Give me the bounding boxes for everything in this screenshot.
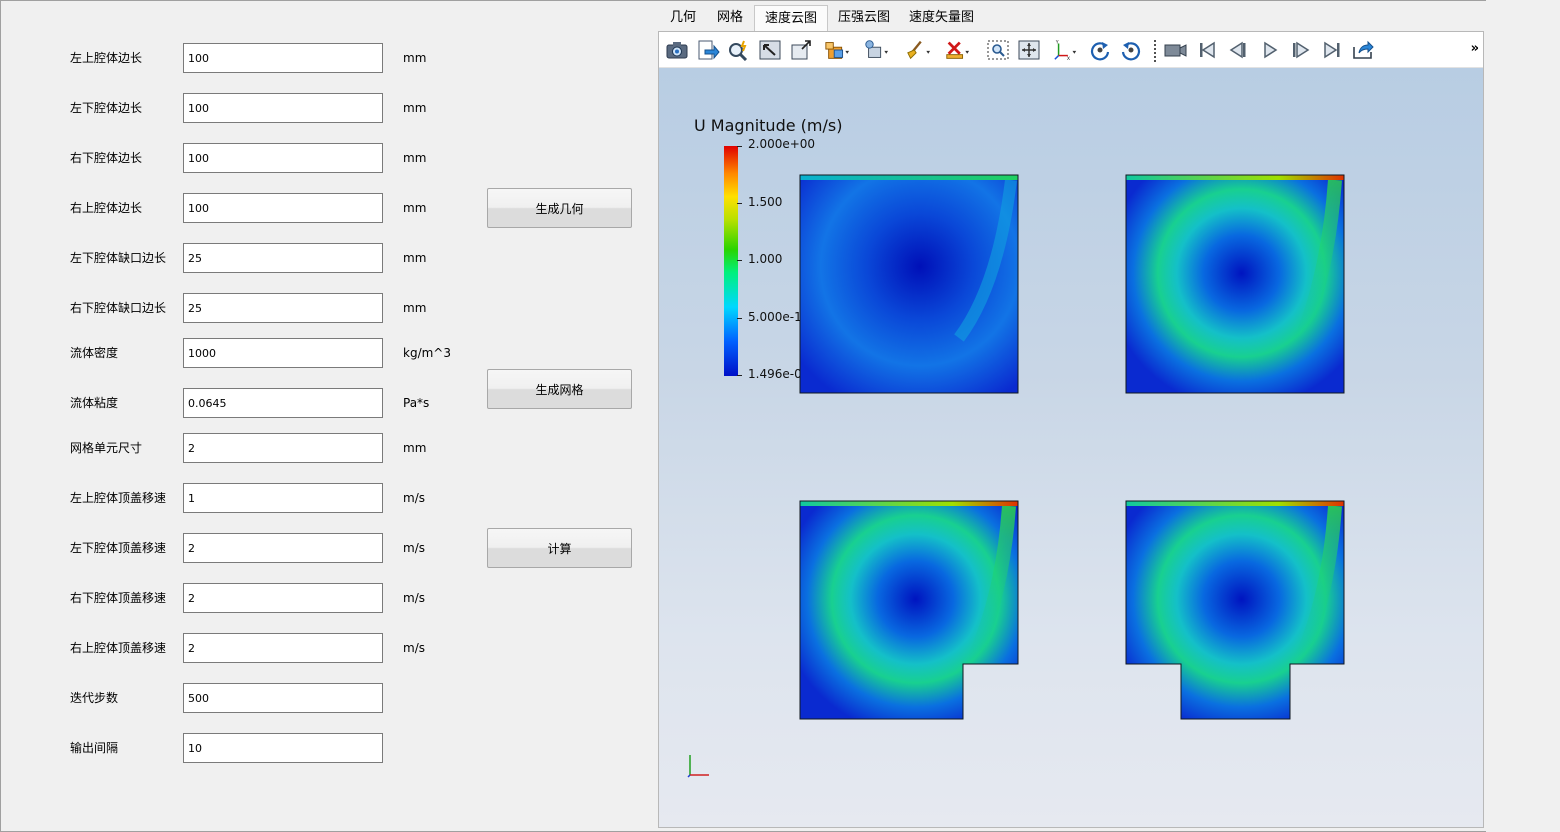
param-label: 左下腔体缺口边长: [70, 251, 167, 265]
compute-button[interactable]: 计算: [487, 528, 632, 568]
param-input[interactable]: [183, 93, 383, 123]
contour-bottom-right: [1125, 500, 1345, 720]
play-icon[interactable]: [1257, 38, 1283, 62]
param-input[interactable]: [183, 243, 383, 273]
param-label: 右上腔体边长: [70, 201, 143, 215]
param-input[interactable]: [183, 583, 383, 613]
param-input[interactable]: [183, 483, 383, 513]
param-unit: mm: [403, 151, 427, 165]
orientation-axes-icon: [687, 755, 709, 778]
right-margin: [1486, 0, 1560, 832]
param-label: 左上腔体边长: [70, 51, 143, 65]
param-unit: m/s: [403, 541, 425, 555]
contour-top-right: [1125, 174, 1345, 394]
param-label: 右下腔体顶盖移速: [70, 591, 167, 605]
selection-display-icon[interactable]: [824, 38, 850, 62]
param-label: 右上腔体顶盖移速: [70, 641, 167, 655]
tab-velocity-vector[interactable]: 速度矢量图: [899, 5, 984, 31]
param-input[interactable]: [183, 433, 383, 463]
geometry-filter-icon[interactable]: [863, 38, 889, 62]
param-input[interactable]: [183, 633, 383, 663]
param-label: 左上腔体顶盖移速: [70, 491, 167, 505]
camera-icon[interactable]: [664, 38, 690, 62]
view-toolbar: YX »: [659, 32, 1483, 68]
toolbar-separator: [1154, 40, 1156, 62]
axes-orientation-icon[interactable]: YX: [1053, 38, 1079, 62]
param-label: 流体粘度: [70, 396, 119, 410]
generate-geometry-button[interactable]: 生成几何: [487, 188, 632, 228]
param-unit: m/s: [403, 641, 425, 655]
param-unit: Pa*s: [403, 396, 430, 410]
param-unit: m/s: [403, 491, 425, 505]
param-label: 右下腔体边长: [70, 151, 143, 165]
tab-mesh[interactable]: 网格: [707, 5, 753, 31]
contour-top-left: [799, 174, 1019, 394]
reset-camera-icon[interactable]: [757, 38, 783, 62]
param-input[interactable]: [183, 143, 383, 173]
param-input[interactable]: [183, 683, 383, 713]
zoom-box-icon[interactable]: [788, 38, 814, 62]
query-icon[interactable]: [726, 38, 752, 62]
prev-frame-icon[interactable]: [1225, 38, 1251, 62]
save-state-icon[interactable]: [1350, 38, 1376, 62]
render-view-panel: YX » U Magnitude (m/s) 2.000e+00 1.500 1…: [658, 31, 1484, 828]
param-label: 左下腔体边长: [70, 101, 143, 115]
svg-text:Y: Y: [1055, 40, 1059, 46]
contour-bottom-left: [799, 500, 1019, 720]
param-input[interactable]: [183, 533, 383, 563]
param-unit: mm: [403, 441, 427, 455]
svg-text:X: X: [1067, 56, 1071, 61]
param-unit: mm: [403, 301, 427, 315]
last-frame-icon[interactable]: [1319, 38, 1345, 62]
param-unit: mm: [403, 101, 427, 115]
first-frame-icon[interactable]: [1194, 38, 1220, 62]
delete-icon[interactable]: [944, 38, 970, 62]
param-label: 迭代步数: [70, 691, 119, 705]
zoom-to-data-icon[interactable]: [1016, 38, 1042, 62]
param-label: 右下腔体缺口边长: [70, 301, 167, 315]
rotate-cw-icon[interactable]: [1087, 38, 1113, 62]
param-input[interactable]: [183, 43, 383, 73]
tab-pressure-contour[interactable]: 压强云图: [828, 5, 900, 31]
export-icon[interactable]: [695, 38, 721, 62]
param-label: 左下腔体顶盖移速: [70, 541, 167, 555]
param-unit: kg/m^3: [403, 346, 451, 360]
tab-geometry[interactable]: 几何: [660, 5, 706, 31]
clear-icon[interactable]: [905, 38, 931, 62]
render-viewport[interactable]: U Magnitude (m/s) 2.000e+00 1.500 1.000 …: [659, 68, 1483, 827]
generate-mesh-button[interactable]: 生成网格: [487, 369, 632, 409]
param-unit: mm: [403, 201, 427, 215]
next-frame-icon[interactable]: [1288, 38, 1314, 62]
camera-record-icon[interactable]: [1163, 38, 1189, 62]
rotate-ccw-icon[interactable]: [1118, 38, 1144, 62]
param-label: 输出间隔: [70, 741, 119, 755]
param-unit: mm: [403, 251, 427, 265]
param-label: 流体密度: [70, 346, 119, 360]
param-input[interactable]: [183, 193, 383, 223]
param-input[interactable]: [183, 338, 383, 368]
param-input[interactable]: [183, 293, 383, 323]
param-unit: mm: [403, 51, 427, 65]
velocity-contour-plots: [799, 174, 1345, 720]
param-input[interactable]: [183, 388, 383, 418]
param-unit: m/s: [403, 591, 425, 605]
param-input[interactable]: [183, 733, 383, 763]
param-label: 网格单元尺寸: [70, 441, 143, 455]
zoom-to-box-icon[interactable]: [985, 38, 1011, 62]
toolbar-overflow-button[interactable]: »: [1471, 41, 1479, 56]
tab-velocity-contour[interactable]: 速度云图: [754, 5, 829, 31]
